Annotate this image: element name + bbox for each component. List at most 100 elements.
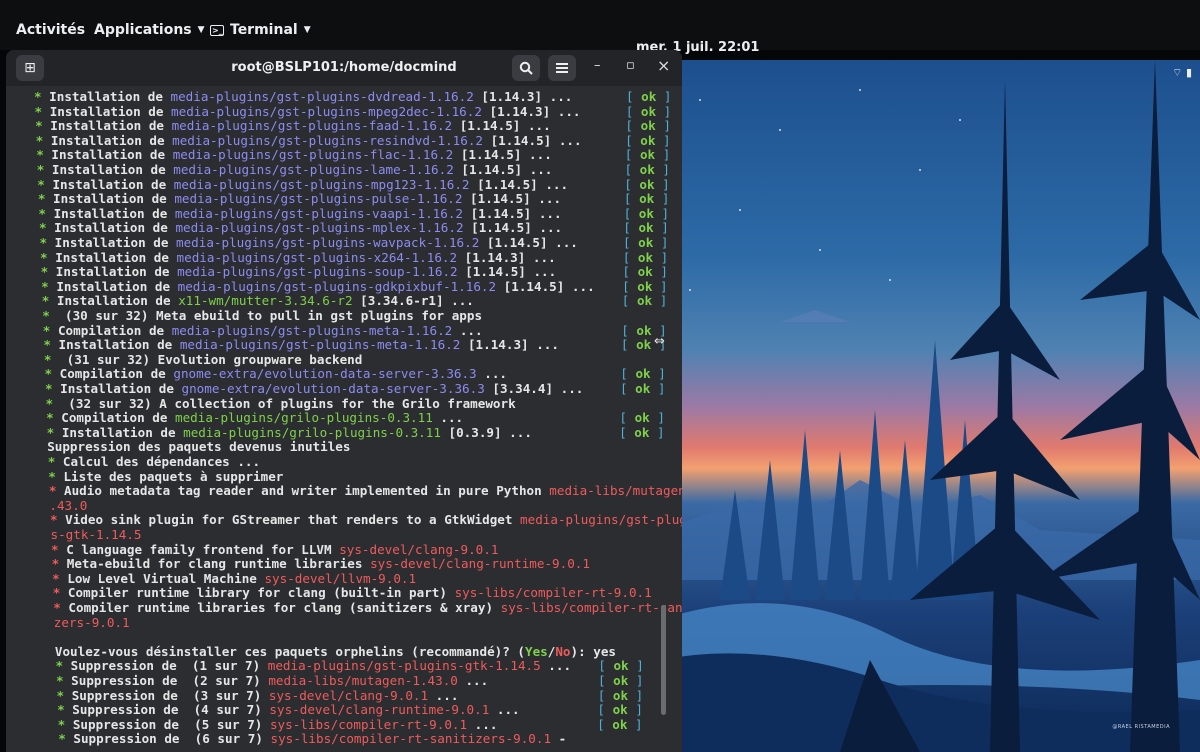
package-name: gnome-extra/evolution-data-server-3.36.3 — [181, 381, 485, 396]
terminal-line: * Low Level Virtual Machine sys-devel/ll… — [52, 571, 416, 586]
terminal-line: * Audio metadata tag reader and writer i… — [49, 484, 682, 498]
line-suffix: [1.14.3] ... — [460, 337, 559, 353]
line-bullet: * — [39, 235, 48, 250]
ok-label: ok — [634, 410, 650, 426]
ok-label: ok — [635, 381, 651, 396]
package-name: media-plugins/gst-plugins-x264-1.16.2 — [176, 249, 458, 265]
line-bullet: * — [34, 89, 42, 104]
terminal-line: * Installation de media-plugins/gst-plug… — [38, 192, 561, 206]
line-suffix: [3.34.6-r1] ... — [352, 293, 474, 309]
applications-menu[interactable]: Applications ▼ — [94, 22, 205, 38]
line-text: Video sink plugin for GStreamer that ren… — [57, 512, 521, 528]
terminal-line: * Compiler runtime library for clang (bu… — [53, 586, 652, 600]
package-name: sys-devel/clang-runtime-9.0.1 — [269, 702, 490, 718]
search-icon — [519, 61, 533, 75]
line-suffix: ... — [428, 687, 459, 703]
line-suffix: [1.14.3] ... — [473, 89, 573, 104]
ok-status: [ ok ] — [619, 410, 665, 426]
activities-button[interactable]: Activités — [16, 22, 85, 38]
terminal-line: * Installation de media-plugins/gst-plug… — [40, 249, 556, 265]
terminal-scrollbar[interactable] — [661, 605, 666, 715]
line-suffix: [1.14.5] ... — [483, 132, 582, 148]
terminal-line: * Meta-ebuild for clang runtime librarie… — [52, 557, 590, 571]
ok-label: ok — [639, 162, 655, 177]
line-text: Compilation de — [53, 410, 176, 426]
line-suffix: [1.14.5] ... — [469, 176, 569, 192]
line-text: (32 sur 32) A collection of plugins for … — [53, 395, 516, 411]
terminal-window[interactable]: ⊞ root@BSLP101:/home/docmind – ▫ × * Ins… — [6, 50, 682, 752]
line-text: Compilation de — [52, 366, 174, 382]
terminal-line: * Compilation de media-plugins/grilo-plu… — [46, 411, 463, 425]
close-icon: × — [657, 56, 671, 75]
ok-status: [ ok ] — [598, 673, 644, 688]
terminal-output[interactable]: * Installation de media-plugins/gst-plug… — [6, 86, 682, 752]
line-text: Liste des paquets à supprimer — [55, 468, 284, 484]
line-text: Suppression des paquets devenus inutiles — [47, 439, 351, 455]
package-name: media-plugins/gst-plugins-pulse-1.16.2 — [174, 191, 463, 207]
search-button[interactable] — [512, 55, 540, 81]
package-name: media-plugins/gst-plugin — [520, 512, 682, 528]
package-name: media-plugins/gst-plugins-meta-1.16.2 — [179, 337, 461, 353]
package-name: media-plugins/gst-plugins-flac-1.16.2 — [172, 147, 454, 163]
terminal-line: * Suppression de (5 sur 7) sys-libs/comp… — [58, 716, 498, 732]
line-text: Suppression de (1 sur 7) — [63, 658, 268, 674]
line-text: Installation de — [48, 278, 178, 294]
minimize-button[interactable]: – — [594, 58, 601, 73]
line-text: Suppression de (4 sur 7) — [64, 702, 270, 718]
menu-button[interactable] — [548, 55, 576, 81]
line-bullet: * — [57, 702, 65, 718]
chevron-down-icon: ▼ — [303, 25, 311, 35]
package-name: media-plugins/gst-plugins-gdkpixbuf-1.16… — [177, 278, 497, 294]
line-bullet: * — [45, 395, 54, 411]
ok-label: ok — [639, 176, 655, 192]
terminal-line: * Compilation de gnome-extra/evolution-d… — [44, 367, 507, 381]
line-suffix: [1.14.5] ... — [479, 235, 578, 250]
terminal-titlebar[interactable]: ⊞ root@BSLP101:/home/docmind – ▫ × — [6, 50, 682, 86]
line-bullet: * — [56, 687, 65, 703]
line-text: Installation de — [54, 424, 184, 440]
ok-label: ok — [637, 264, 653, 280]
wifi-icon[interactable]: ⌔ ▮ — [1172, 66, 1192, 80]
package-name: media-plugins/gst-plugins-wavpack-1.16.2 — [176, 235, 480, 250]
package-name: sys-libs/compiler-rt-9.0.1 — [269, 716, 468, 732]
terminal-line: * Installation de media-plugins/gst-plug… — [34, 90, 572, 104]
terminal-line: * Liste des paquets à supprimer — [48, 468, 284, 484]
line-bullet: * — [53, 600, 61, 615]
terminal-line: * Suppression de (1 sur 7) media-plugins… — [55, 659, 571, 673]
ok-status: [ ok ] — [619, 424, 665, 440]
ok-label: ok — [637, 278, 653, 294]
terminal-line: * Installation de media-plugins/gst-plug… — [43, 338, 559, 352]
maximize-button[interactable]: ▫ — [626, 58, 635, 73]
package-name: sys-devel/clang-9.0.1 — [339, 541, 499, 557]
package-name: media-plugins/gst-plugins-mpeg2dec-1.16.… — [171, 103, 482, 119]
package-name: gnome-extra/evolution-data-server-3.36.3 — [173, 366, 477, 382]
terminal-line: .43.0 — [49, 498, 87, 513]
ok-label: ok — [613, 658, 629, 674]
line-suffix: [1.14.3] ... — [481, 103, 581, 119]
line-text: Voulez-vous désinstaller ces paquets orp… — [54, 643, 525, 659]
ok-label: ok — [641, 89, 657, 104]
ok-status: [ ok ] — [625, 103, 672, 119]
package-name: media-plugins/gst-plugins-vaapi-1.16.2 — [174, 205, 464, 221]
line-text: Installation de — [52, 381, 182, 396]
minimize-icon: – — [594, 58, 601, 73]
line-text: Suppression de (2 sur 7) — [63, 673, 269, 688]
line-bullet: * — [42, 308, 50, 323]
line-suffix: [1.14.5] ... — [457, 264, 557, 280]
line-text: Installation de — [44, 176, 174, 192]
terminal-line: * (32 sur 32) A collection of plugins fo… — [45, 395, 516, 411]
terminal-line: zers-9.0.1 — [54, 615, 130, 630]
package-name: media-plugins/gst-plugins-faad-1.16.2 — [171, 118, 453, 134]
close-button[interactable]: × — [657, 56, 670, 75]
ok-status: [ ok ] — [626, 89, 672, 104]
ok-label: ok — [638, 235, 654, 250]
terminal-app-menu[interactable]: >_ Terminal ▼ — [210, 22, 311, 38]
ok-status: [ ok ] — [625, 132, 671, 148]
line-text: Suppression de (6 sur 7) — [65, 731, 271, 747]
terminal-line: * Suppression de (4 sur 7) sys-devel/cla… — [57, 703, 520, 717]
line-text: Installation de — [42, 118, 172, 134]
package-name: media-plugins/gst-plugins-dvdread-1.16.2 — [170, 89, 474, 104]
package-name: sys-libs/compiler-rt-9.0.1 — [454, 585, 652, 601]
line-text: Audio metadata tag reader and writer imp… — [56, 483, 550, 499]
line-bullet: * — [41, 278, 49, 294]
